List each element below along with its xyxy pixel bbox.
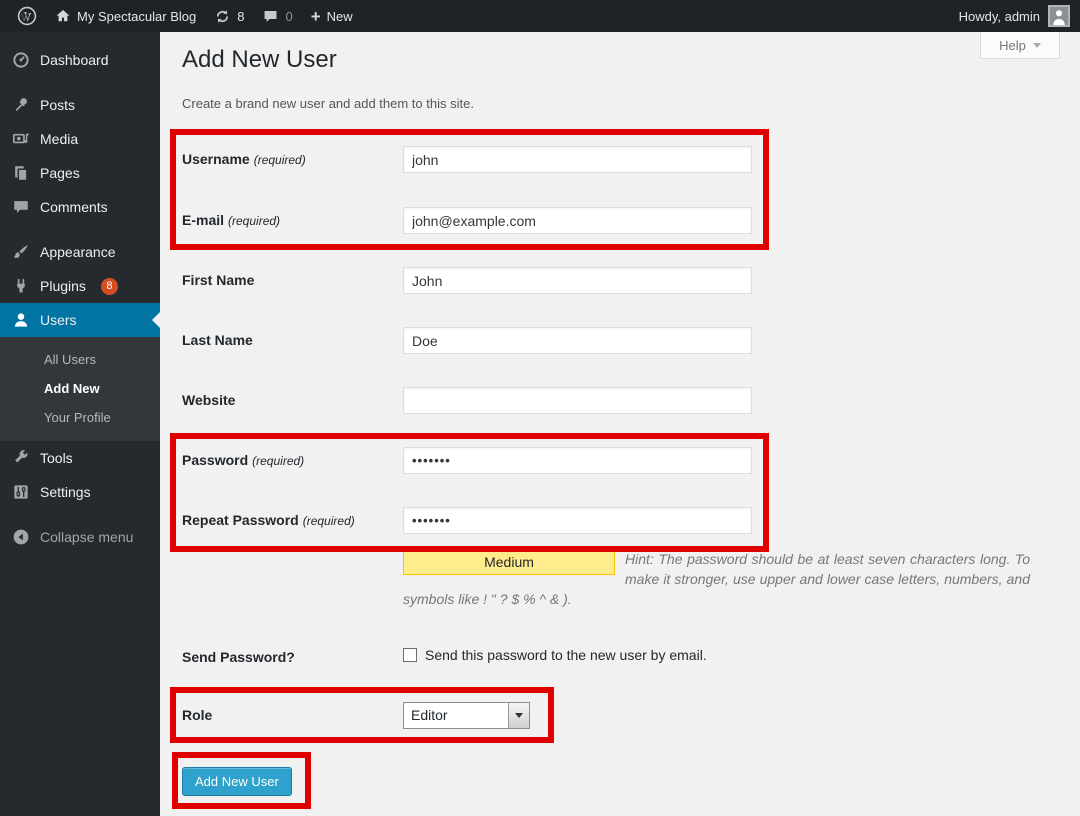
- email-field[interactable]: [403, 207, 752, 234]
- comment-bubble-icon: [262, 8, 279, 25]
- sidebar-item-media[interactable]: Media: [0, 122, 160, 156]
- username-field[interactable]: [403, 146, 752, 173]
- comments-menu[interactable]: 0: [253, 0, 301, 32]
- sidebar-item-comments[interactable]: Comments: [0, 190, 160, 224]
- required-note: (required): [303, 514, 355, 528]
- users-icon: [11, 310, 31, 330]
- role-selected-value: Editor: [404, 703, 508, 728]
- sidebar-item-pages[interactable]: Pages: [0, 156, 160, 190]
- sidebar-item-label: Dashboard: [40, 52, 109, 68]
- help-label: Help: [999, 38, 1026, 53]
- password-hint: Medium Hint: The password should be at l…: [403, 549, 1030, 609]
- users-submenu: All Users Add New Your Profile: [0, 337, 160, 441]
- updates-menu[interactable]: 8: [205, 0, 253, 32]
- repeat-password-label: Repeat Password(required): [182, 507, 397, 535]
- sidebar-item-label: Appearance: [40, 244, 116, 260]
- sidebar-item-label: Collapse menu: [40, 529, 133, 545]
- help-button[interactable]: Help: [980, 32, 1060, 59]
- appearance-icon: [11, 242, 31, 262]
- main-content: Help Add New User Create a brand new use…: [160, 32, 1080, 816]
- sidebar-item-label: Tools: [40, 450, 73, 466]
- role-select-arrow-button[interactable]: [508, 703, 529, 728]
- person-icon: [1050, 7, 1068, 25]
- username-label: Username(required): [182, 146, 397, 174]
- role-label: Role: [182, 702, 397, 729]
- new-content-menu[interactable]: + New: [302, 0, 362, 32]
- admin-bar: My Spectacular Blog 8 0 + New Howdy, adm…: [0, 0, 1080, 32]
- sidebar-item-tools[interactable]: Tools: [0, 441, 160, 475]
- website-label: Website: [182, 387, 397, 414]
- comments-count: 0: [285, 9, 292, 24]
- first-name-field[interactable]: [403, 267, 752, 294]
- submenu-item-all-users[interactable]: All Users: [0, 345, 160, 374]
- password-field[interactable]: [403, 447, 752, 474]
- send-password-row: Send this password to the new user by em…: [403, 647, 707, 663]
- password-label: Password(required): [182, 447, 397, 475]
- first-name-label: First Name: [182, 267, 397, 294]
- sidebar-item-settings[interactable]: Settings: [0, 475, 160, 509]
- home-icon: [55, 8, 71, 24]
- chevron-down-icon: [515, 713, 523, 718]
- chevron-down-icon: [1033, 43, 1041, 48]
- sidebar-item-label: Media: [40, 131, 78, 147]
- required-note: (required): [252, 454, 304, 468]
- send-password-checkbox-label: Send this password to the new user by em…: [425, 647, 707, 663]
- plugins-icon: [11, 276, 31, 296]
- sidebar: Dashboard Posts Media: [0, 32, 160, 816]
- sidebar-item-posts[interactable]: Posts: [0, 88, 160, 122]
- pin-icon: [11, 95, 31, 115]
- password-strength-meter: Medium: [403, 549, 615, 575]
- site-name-label: My Spectacular Blog: [77, 9, 196, 24]
- sidebar-item-appearance[interactable]: Appearance: [0, 235, 160, 269]
- new-label: New: [327, 9, 353, 24]
- avatar-image: [1050, 7, 1068, 25]
- website-field[interactable]: [403, 387, 752, 414]
- submenu-item-add-new[interactable]: Add New: [0, 374, 160, 403]
- page-subtitle: Create a brand new user and add them to …: [182, 96, 474, 111]
- sidebar-item-plugins[interactable]: Plugins 8: [0, 269, 160, 303]
- updates-icon: [214, 8, 231, 25]
- wordpress-logo-icon[interactable]: [8, 0, 46, 32]
- site-name-menu[interactable]: My Spectacular Blog: [46, 0, 205, 32]
- sidebar-item-collapse-menu[interactable]: Collapse menu: [0, 520, 160, 554]
- admin-bar-right: Howdy, admin: [959, 5, 1080, 27]
- submenu-item-your-profile[interactable]: Your Profile: [0, 403, 160, 432]
- plus-icon: +: [311, 8, 321, 25]
- sidebar-item-label: Posts: [40, 97, 75, 113]
- sidebar-item-label: Settings: [40, 484, 91, 500]
- required-note: (required): [228, 214, 280, 228]
- media-icon: [11, 129, 31, 149]
- updates-count: 8: [237, 9, 244, 24]
- sidebar-item-label: Plugins: [40, 278, 86, 294]
- last-name-field[interactable]: [403, 327, 752, 354]
- sidebar-item-label: Comments: [40, 199, 108, 215]
- admin-bar-left: My Spectacular Blog 8 0 + New: [0, 0, 959, 32]
- email-label: E-mail(required): [182, 207, 397, 235]
- tools-icon: [11, 448, 31, 468]
- collapse-icon: [11, 527, 31, 547]
- pages-icon: [11, 163, 31, 183]
- last-name-label: Last Name: [182, 327, 397, 354]
- comments-icon: [11, 197, 31, 217]
- sidebar-item-users[interactable]: Users: [0, 303, 160, 337]
- role-select[interactable]: Editor: [403, 702, 530, 729]
- send-password-label: Send Password?: [182, 644, 397, 671]
- sidebar-item-label: Users: [40, 312, 77, 328]
- required-note: (required): [254, 153, 306, 167]
- settings-icon: [11, 482, 31, 502]
- repeat-password-field[interactable]: [403, 507, 752, 534]
- page-title: Add New User: [182, 46, 337, 74]
- avatar[interactable]: [1048, 5, 1070, 27]
- send-password-checkbox[interactable]: [403, 648, 417, 662]
- howdy-menu[interactable]: Howdy, admin: [959, 9, 1040, 24]
- sidebar-item-label: Pages: [40, 165, 80, 181]
- sidebar-item-dashboard[interactable]: Dashboard: [0, 43, 160, 77]
- add-new-user-button[interactable]: Add New User: [182, 767, 292, 796]
- plugins-update-badge: 8: [101, 278, 118, 295]
- wordpress-logo-icon: [17, 6, 37, 26]
- dashboard-icon: [11, 50, 31, 70]
